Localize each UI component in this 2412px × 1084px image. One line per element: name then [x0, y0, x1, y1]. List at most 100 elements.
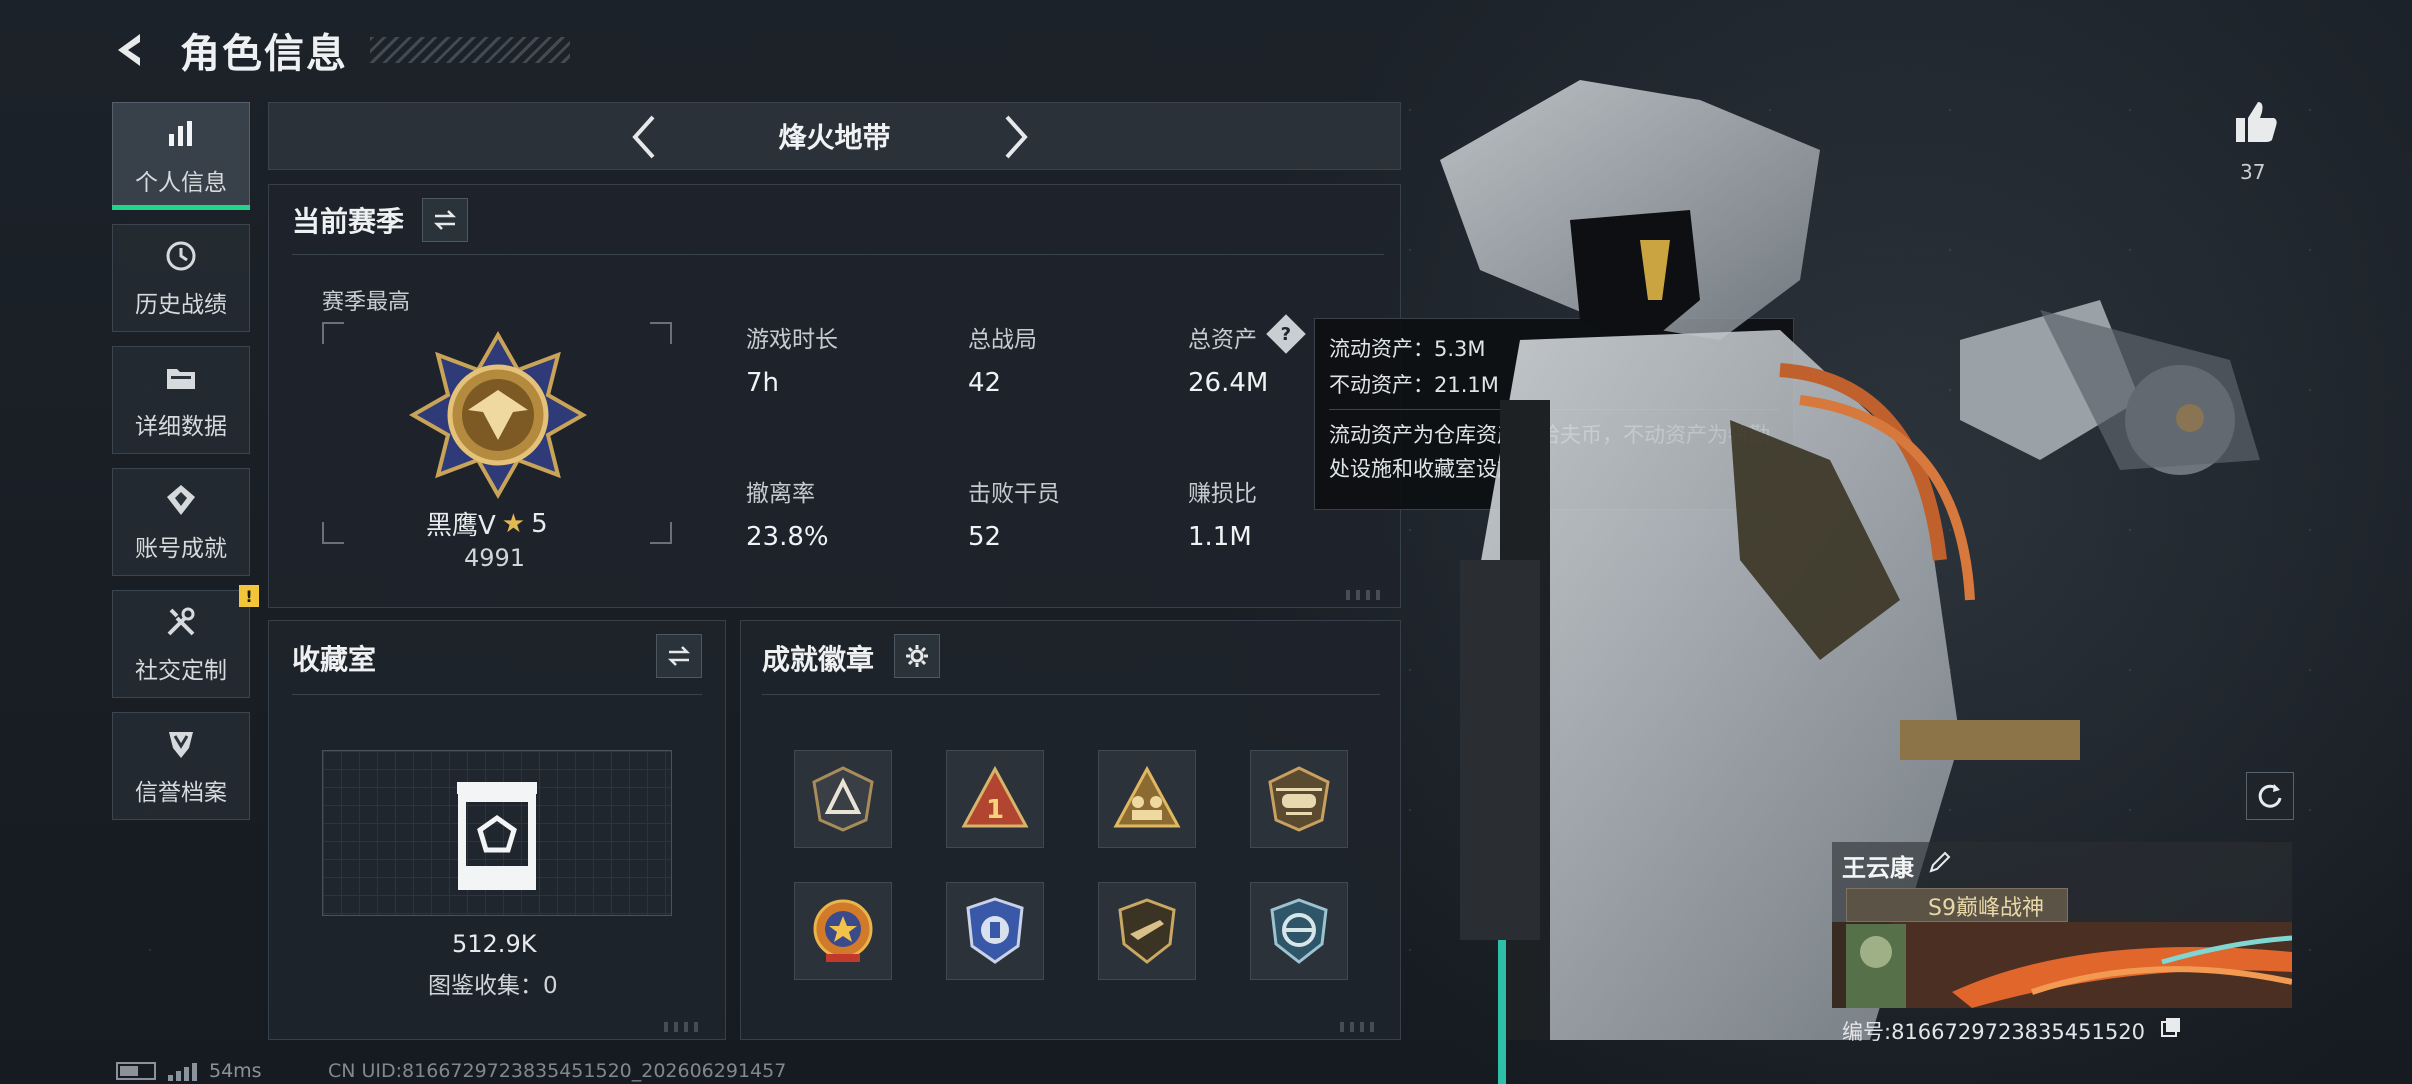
police-badge-icon — [966, 897, 1024, 964]
player-title: S9巅峰战神 — [1928, 896, 2044, 921]
mode-next-button[interactable] — [991, 113, 1039, 161]
stat-value: 7h — [746, 368, 780, 398]
vault-icon — [457, 782, 537, 890]
battery-icon — [116, 1062, 156, 1080]
player-name: 王云康 — [1842, 854, 1914, 882]
stat-label: 游戏时长 — [746, 327, 838, 353]
gear-icon — [906, 645, 928, 667]
bar-chart-icon — [162, 115, 200, 153]
like-button[interactable] — [2232, 98, 2280, 146]
copy-id-button[interactable] — [2160, 1016, 2182, 1038]
stat-label: 撤离率 — [746, 481, 815, 507]
mode-prev-button[interactable] — [621, 113, 669, 161]
signal-icon — [168, 1061, 197, 1081]
page-title: 角色信息 — [180, 31, 348, 77]
tools-icon — [162, 603, 200, 641]
season-switch-button[interactable] — [422, 198, 468, 242]
swap-icon — [433, 210, 457, 230]
squad-badge-icon — [1113, 765, 1181, 828]
ping-value: 54ms — [209, 1060, 262, 1082]
back-button[interactable] — [110, 28, 154, 72]
stat-value: 52 — [968, 522, 1002, 552]
stat-playtime: 游戏时长 7h — [746, 320, 838, 398]
stat-label: 击败干员 — [968, 481, 1060, 507]
badge-slot[interactable]: 1 — [946, 750, 1044, 848]
back-arrow-icon — [118, 34, 140, 66]
divider — [292, 254, 1384, 255]
rank-stars: 5 — [531, 508, 548, 539]
player-id: 编号:8166729723835451520 — [1842, 1020, 2145, 1044]
badge-slot[interactable] — [1250, 882, 1348, 980]
stat-extract-rate: 撤离率 23.8% — [746, 474, 829, 552]
sidebar-item-label: 账号成就 — [135, 536, 227, 562]
divider — [292, 694, 702, 695]
folder-icon — [162, 359, 200, 397]
collection-value: 512.9K — [452, 930, 537, 958]
rank-name: 黑鹰V ★ 5 — [426, 505, 548, 542]
badge-slot[interactable] — [794, 750, 892, 848]
sidebar-item-credit[interactable]: 信誉档案 — [112, 712, 250, 820]
sidebar-item-label: 信誉档案 — [135, 780, 227, 806]
star-medal-badge-icon — [813, 899, 873, 962]
stat-total-matches: 总战局 42 — [968, 320, 1037, 398]
sidebar-item-label: 历史战绩 — [135, 292, 227, 318]
sidebar-item-history[interactable]: 历史战绩 — [112, 224, 250, 332]
season-title: 当前赛季 — [292, 205, 405, 238]
status-bar: 54ms — [116, 1060, 262, 1082]
title-decoration — [370, 37, 570, 63]
badge-slot[interactable] — [794, 882, 892, 980]
swap-icon — [667, 646, 691, 666]
collection-title: 收藏室 — [292, 643, 377, 676]
stat-value: 42 — [968, 368, 1002, 398]
stat-label: 赚损比 — [1188, 481, 1257, 507]
sidebar-item-social[interactable]: 社交定制 ! — [112, 585, 259, 698]
collection-switch-button[interactable] — [656, 634, 702, 678]
season-best-label: 赛季最高 — [322, 290, 411, 315]
decoration — [1340, 1022, 1380, 1032]
like-count: 37 — [2240, 160, 2266, 184]
badge-slot[interactable] — [946, 882, 1044, 980]
rank-score: 4991 — [464, 544, 526, 572]
chevron-left-icon — [632, 115, 655, 159]
refresh-button[interactable] — [2246, 772, 2294, 820]
notification-badge: ! — [239, 585, 259, 607]
mode-title: 烽火地带 — [778, 121, 891, 154]
sidebar-item-achievements[interactable]: 账号成就 — [112, 468, 250, 576]
badge-slot[interactable] — [1098, 882, 1196, 980]
header: 角色信息 — [110, 22, 570, 78]
edit-name-button[interactable] — [1928, 850, 1952, 874]
history-icon — [162, 237, 200, 275]
helicopter-badge-icon — [1268, 766, 1330, 832]
collection-count: 图鉴收集：0 — [428, 973, 558, 999]
mode-selector: 烽火地带 — [268, 102, 1401, 170]
decoration — [1346, 590, 1386, 600]
sidebar-item-label: 社交定制 — [135, 658, 227, 684]
sidebar-item-detailed-data[interactable]: 详细数据 — [112, 346, 250, 454]
badge-slot[interactable] — [1098, 750, 1196, 848]
stat-label: 总资产 — [1188, 327, 1257, 353]
chevron-right-icon — [1005, 115, 1028, 159]
svg-text:1: 1 — [986, 795, 1004, 825]
sidebar-item-label: 详细数据 — [135, 414, 227, 440]
badges-settings-button[interactable] — [894, 634, 940, 678]
star-icon: ★ — [501, 508, 526, 539]
achievement-icon — [162, 481, 200, 519]
stat-kills: 击败干员 52 — [968, 474, 1060, 552]
thumbs-up-icon — [2236, 102, 2277, 142]
uid-text: CN UID:8166729723835451520_202606291457 — [328, 1060, 787, 1082]
sidebar-item-label: 个人信息 — [135, 170, 227, 196]
badges-title: 成就徽章 — [762, 643, 875, 676]
badge-slot[interactable] — [1250, 750, 1348, 848]
sidebar-item-personal-info[interactable]: 个人信息 — [112, 102, 250, 210]
eagle-shield-badge-icon — [1270, 898, 1328, 964]
divider — [762, 694, 1380, 695]
pencil-icon — [1929, 851, 1951, 873]
gun-shield-badge-icon — [1118, 898, 1176, 964]
stat-value: 23.8% — [746, 522, 829, 552]
triangle-badge-icon — [812, 766, 874, 832]
stat-profit-ratio: 赚损比 1.1M — [1188, 474, 1257, 552]
decoration — [664, 1022, 704, 1032]
stat-label: 总战局 — [968, 327, 1037, 353]
stat-value: 26.4M — [1188, 368, 1269, 398]
sidebar: 个人信息 历史战绩 详细数据 账号成就 社交定制 ! 信誉档案 — [112, 102, 259, 820]
